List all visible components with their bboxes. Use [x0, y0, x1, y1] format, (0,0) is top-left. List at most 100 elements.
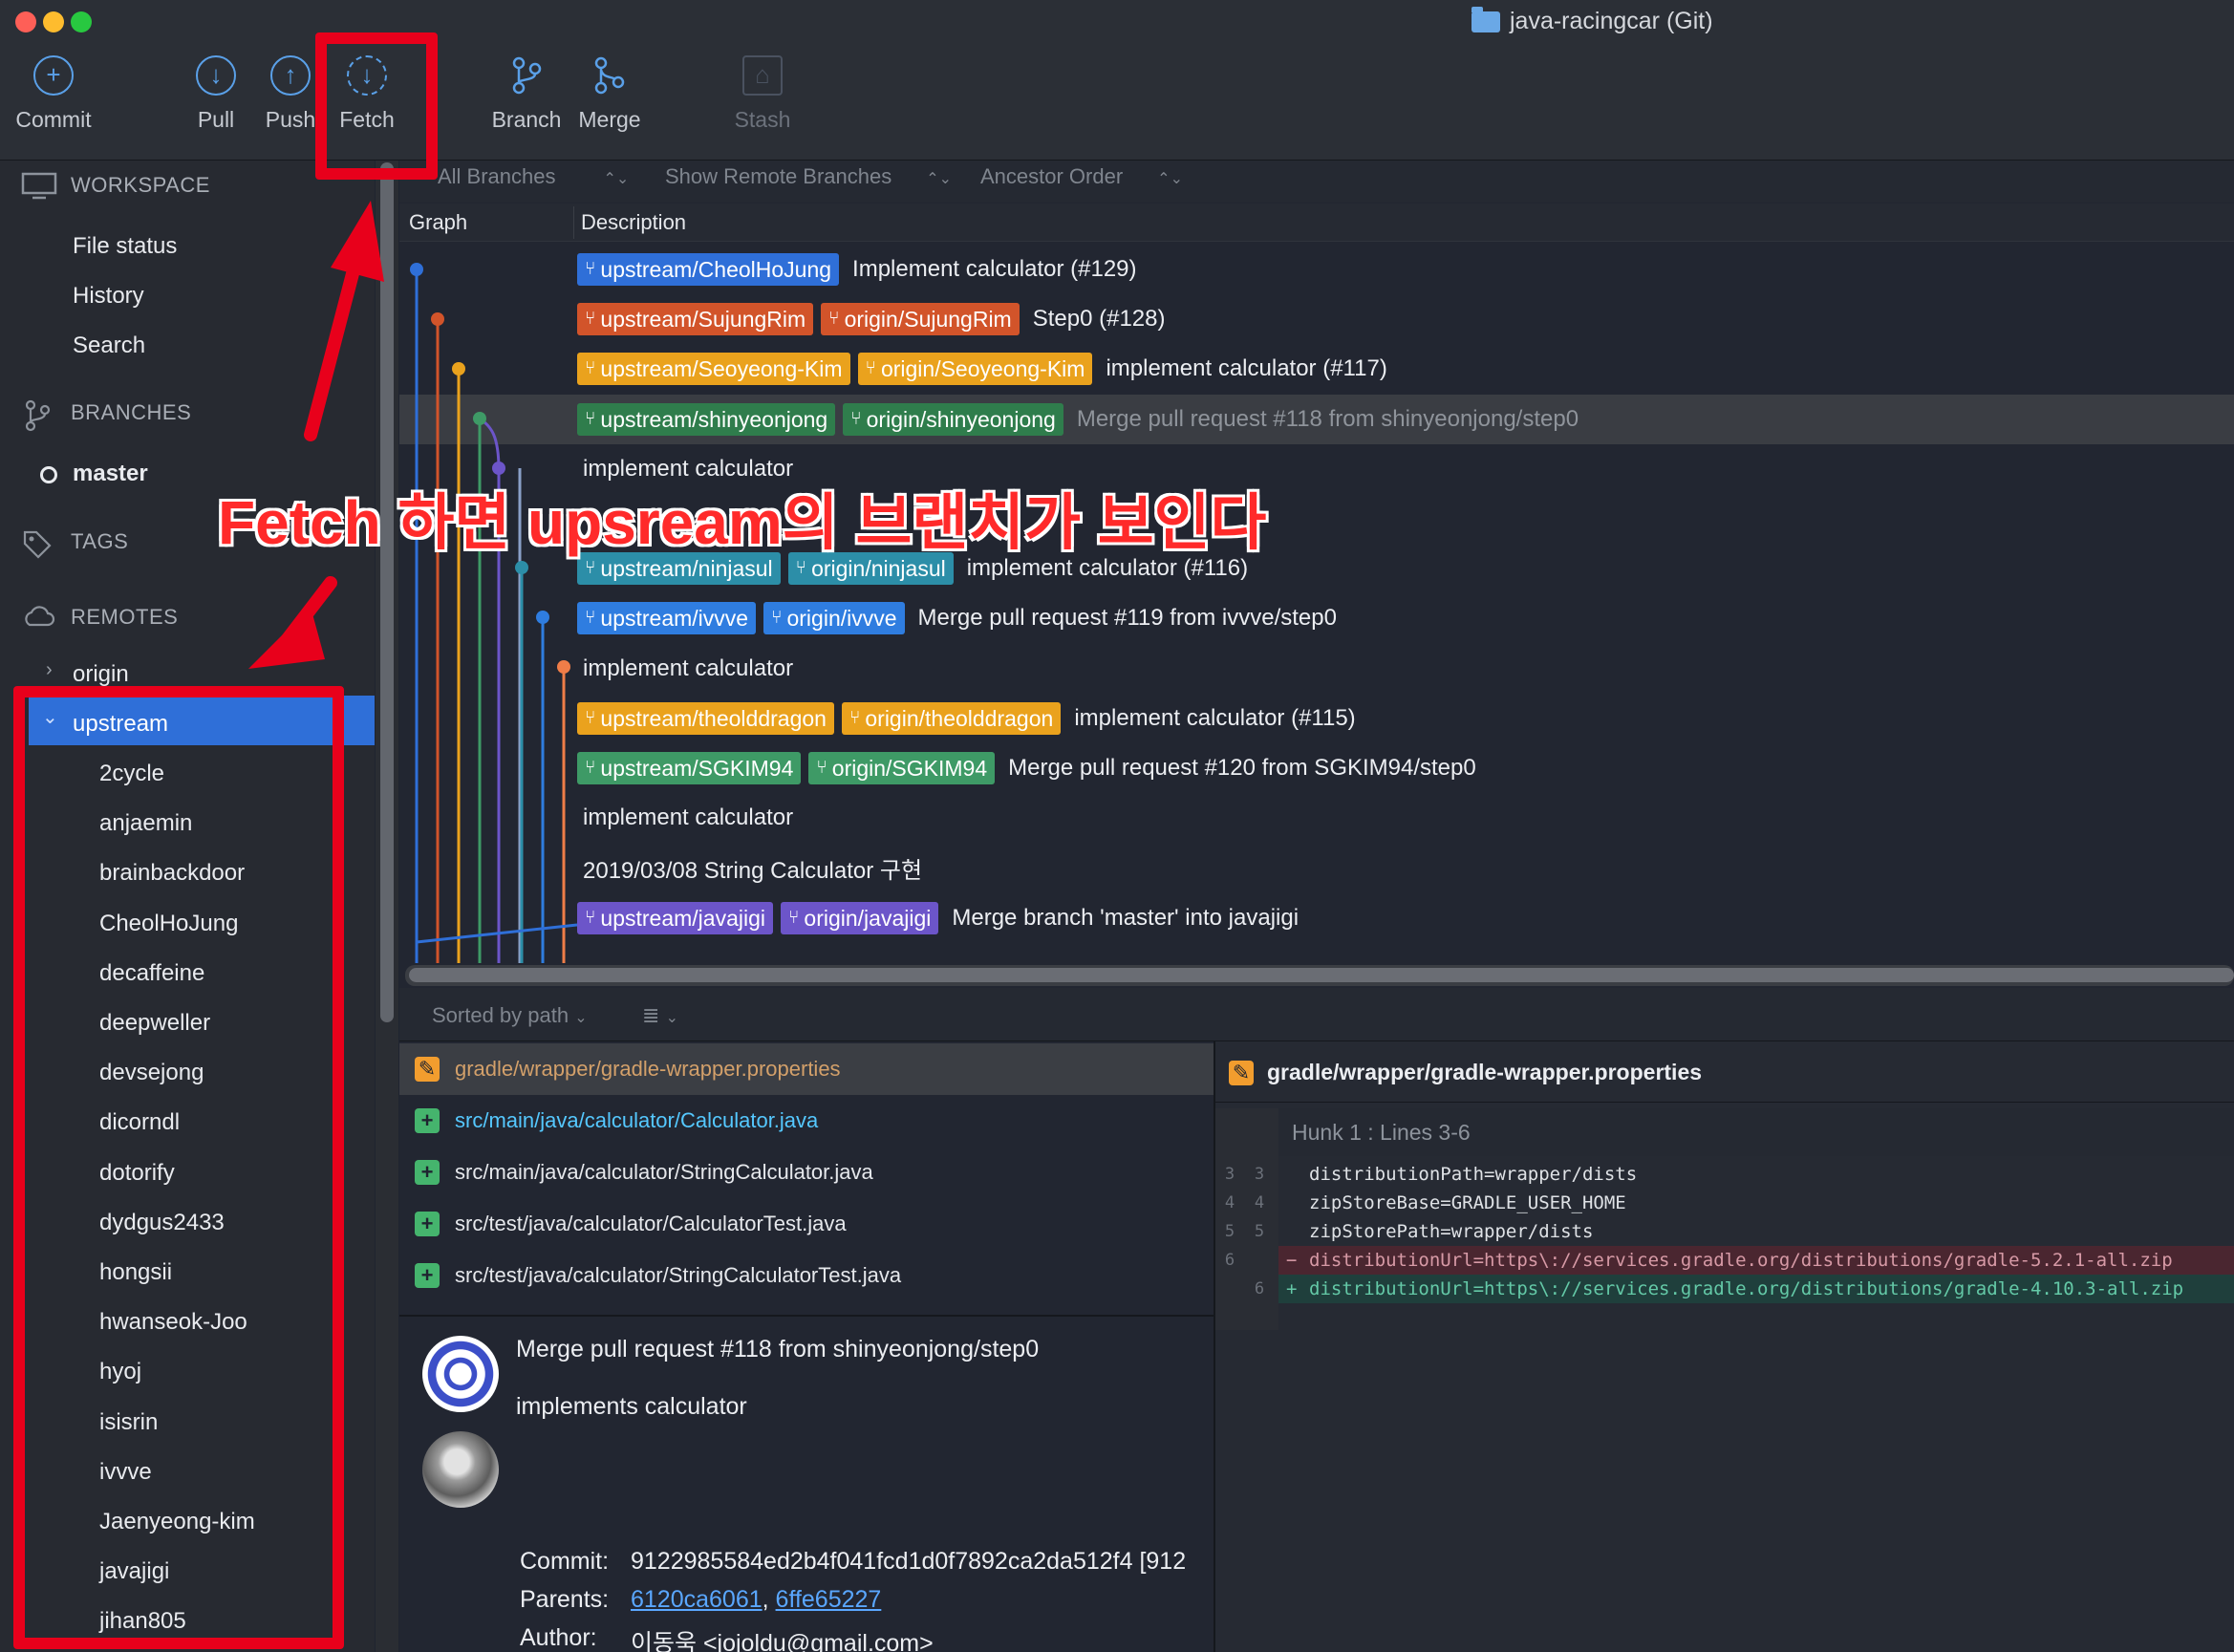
- commit-row[interactable]: ⑂ upstream/ivvve ⑂ origin/ivvve Merge pull r…: [399, 593, 2234, 643]
- changed-file-row[interactable]: + src/test/java/calculator/CalculatorTest…: [399, 1198, 1214, 1250]
- list-icon: ≣: [642, 1003, 660, 1027]
- window-title: java-racingcar (Git): [1471, 6, 1713, 35]
- file-path: src/main/java/calculator/Calculator.java: [455, 1108, 819, 1132]
- fetch-highlight-box: [315, 32, 438, 180]
- branch-tag-label: upstream/shinyeonjong: [600, 406, 828, 432]
- commit-row[interactable]: ⑂ upstream/SGKIM94 ⑂ origin/SGKIM94 Merge pu…: [399, 743, 2234, 793]
- committer-avatar: [422, 1431, 499, 1508]
- push-button[interactable]: ↑ Push: [262, 55, 319, 133]
- commit-details-divider: [399, 1315, 1214, 1317]
- list-view-dropdown[interactable]: ≣ ⌄: [642, 1003, 678, 1028]
- branch-tag-label: upstream/javajigi: [600, 905, 765, 931]
- merge-icon: [590, 55, 630, 96]
- remote-filter-label: Show Remote Branches: [665, 164, 892, 188]
- commit-row[interactable]: ⑂ upstream/javajigi ⑂ origin/javajigi Merge …: [399, 893, 2234, 943]
- remote-filter-dropdown[interactable]: Show Remote Branches ⌃⌄: [665, 164, 952, 189]
- annotation-caption: Fetch 하면 upsream의 브랜치가 보인다: [216, 487, 1267, 559]
- changed-file-row[interactable]: + src/test/java/calculator/StringCalculat…: [399, 1250, 1214, 1301]
- commit-description: ⑂ upstream/shinyeonjong ⑂ origin/shinyeonjo…: [577, 402, 1579, 437]
- graph-node: [515, 561, 528, 574]
- close-window-button[interactable]: [15, 11, 36, 32]
- stash-label: Stash: [734, 107, 791, 132]
- changed-file-row[interactable]: + src/main/java/calculator/StringCalculat…: [399, 1147, 1214, 1198]
- branch-tag-label: upstream/SujungRim: [600, 307, 806, 333]
- commit-title: Merge pull request #118 from shinyeonjon…: [516, 1336, 1040, 1362]
- commit-row[interactable]: ⑂ upstream/shinyeonjong ⑂ origin/shinyeonjo…: [399, 394, 2234, 444]
- commit-description: ⑂ upstream/javajigi ⑂ origin/javajigi Merge …: [577, 901, 1299, 935]
- graph-node: [452, 362, 465, 375]
- commit-row[interactable]: implement calculator: [399, 793, 2234, 843]
- description-column-header[interactable]: Description: [581, 210, 686, 235]
- diff-line: − distributionUrl=https\://services.gradl…: [1278, 1246, 2234, 1275]
- branch-tag[interactable]: ⑂ origin/ivvve: [763, 602, 905, 635]
- graph-node: [473, 412, 486, 425]
- branch-tag[interactable]: ⑂ upstream/ivvve: [577, 602, 757, 635]
- chevron-right-icon[interactable]: ›: [46, 659, 53, 681]
- merge-button[interactable]: Merge: [577, 55, 642, 133]
- branch-tag[interactable]: ⑂ upstream/SGKIM94: [577, 752, 802, 784]
- branch-tag[interactable]: ⑂ origin/javajigi: [781, 901, 939, 934]
- hunk-label: Hunk 1 : Lines 3-6: [1292, 1120, 1471, 1145]
- plus-icon: +: [415, 1108, 440, 1133]
- stash-button[interactable]: ⌂ Stash: [732, 55, 793, 133]
- diff-line-text: distributionUrl=https\://services.gradle…: [1309, 1250, 2173, 1271]
- changed-file-row[interactable]: + src/main/java/calculator/Calculator.jav…: [399, 1095, 1214, 1147]
- branch-tag[interactable]: ⑂ upstream/SujungRim: [577, 303, 814, 336]
- sort-dropdown[interactable]: Sorted by path ⌄: [432, 1003, 588, 1028]
- old-line-number: 6: [1224, 1251, 1235, 1270]
- commit-row[interactable]: ⑂ upstream/SujungRim ⑂ origin/SujungRim Step…: [399, 294, 2234, 344]
- pull-button[interactable]: ↓ Pull: [187, 55, 245, 133]
- plus-icon: +: [1286, 1278, 1298, 1299]
- minus-icon: −: [1286, 1250, 1298, 1271]
- branch-tag[interactable]: ⑂ upstream/javajigi: [577, 901, 773, 934]
- sidebar-item-master[interactable]: master: [73, 461, 148, 487]
- branch-tag[interactable]: ⑂ origin/SujungRim: [821, 303, 1020, 336]
- commit-row[interactable]: 2019/03/08 String Calculator 구현: [399, 843, 2234, 892]
- history-scrollbar-thumb[interactable]: [409, 968, 2234, 982]
- branch-tag-label: upstream/ivvve: [600, 606, 749, 632]
- commit-row[interactable]: implement calculator: [399, 644, 2234, 694]
- branch-icon: ⑂: [828, 309, 840, 330]
- chevron-down-icon: ⌄: [665, 1010, 678, 1026]
- branch-tag[interactable]: ⑂ origin/SGKIM94: [808, 752, 996, 784]
- branch-icon: ⑂: [585, 358, 596, 379]
- commit-row[interactable]: ⑂ upstream/CheolHoJung Implement calculato…: [399, 245, 2234, 294]
- monitor-icon: [21, 172, 57, 200]
- branch-tag[interactable]: ⑂ upstream/CheolHoJung: [577, 253, 840, 286]
- branch-icon: ⑂: [850, 408, 862, 429]
- branch-tag-label: origin/shinyeonjong: [866, 406, 1056, 432]
- branch-tag[interactable]: ⑂ upstream/shinyeonjong: [577, 402, 836, 436]
- parents-value: 6120ca6061, 6ffe65227: [631, 1586, 1214, 1614]
- branch-tag[interactable]: ⑂ origin/Seoyeong-Kim: [857, 353, 1093, 386]
- graph-node: [431, 312, 444, 326]
- parent-link-2[interactable]: 6ffe65227: [776, 1586, 882, 1613]
- arrow-up-icon: ↑: [270, 55, 311, 96]
- branch-icon: ⑂: [585, 309, 596, 330]
- pencil-icon: ✎: [415, 1057, 440, 1082]
- order-filter-dropdown[interactable]: Ancestor Order ⌃⌄: [980, 164, 1183, 189]
- commit-button[interactable]: + Commit: [10, 55, 97, 133]
- parent-link-1[interactable]: 6120ca6061: [631, 1586, 763, 1613]
- branch-tag-label: origin/javajigi: [804, 905, 932, 931]
- sidebar-item-origin[interactable]: origin: [73, 661, 129, 688]
- changed-file-row[interactable]: ✎ gradle/wrapper/gradle-wrapper.propertie…: [399, 1043, 1214, 1095]
- sidebar-item-search[interactable]: Search: [73, 333, 145, 359]
- commit-description: implement calculator: [577, 801, 793, 835]
- zoom-window-button[interactable]: [71, 11, 92, 32]
- graph-column-header[interactable]: Graph: [409, 210, 467, 235]
- branch-tag[interactable]: ⑂ upstream/theolddragon: [577, 701, 834, 735]
- updown-caret-icon: ⌃⌄: [1157, 171, 1183, 187]
- old-line-number: 4: [1224, 1193, 1235, 1212]
- new-line-number: 6: [1254, 1279, 1265, 1298]
- tags-section[interactable]: TAGS: [21, 528, 128, 559]
- commit-row[interactable]: ⑂ upstream/theolddragon ⑂ origin/theolddrag…: [399, 694, 2234, 743]
- branch-tag[interactable]: ⑂ upstream/Seoyeong-Kim: [577, 353, 850, 386]
- commit-row[interactable]: ⑂ upstream/Seoyeong-Kim ⑂ origin/Seoyeong-K…: [399, 344, 2234, 394]
- branch-tag[interactable]: ⑂ origin/theolddragon: [841, 701, 1062, 735]
- branch-tag[interactable]: ⑂ origin/shinyeonjong: [843, 402, 1063, 436]
- column-divider: [573, 206, 574, 239]
- branches-filter-dropdown[interactable]: All Branches ⌃⌄: [438, 164, 629, 189]
- minimize-window-button[interactable]: [43, 11, 64, 32]
- sidebar-item-history[interactable]: History: [73, 283, 144, 310]
- branch-button[interactable]: Branch: [489, 55, 564, 133]
